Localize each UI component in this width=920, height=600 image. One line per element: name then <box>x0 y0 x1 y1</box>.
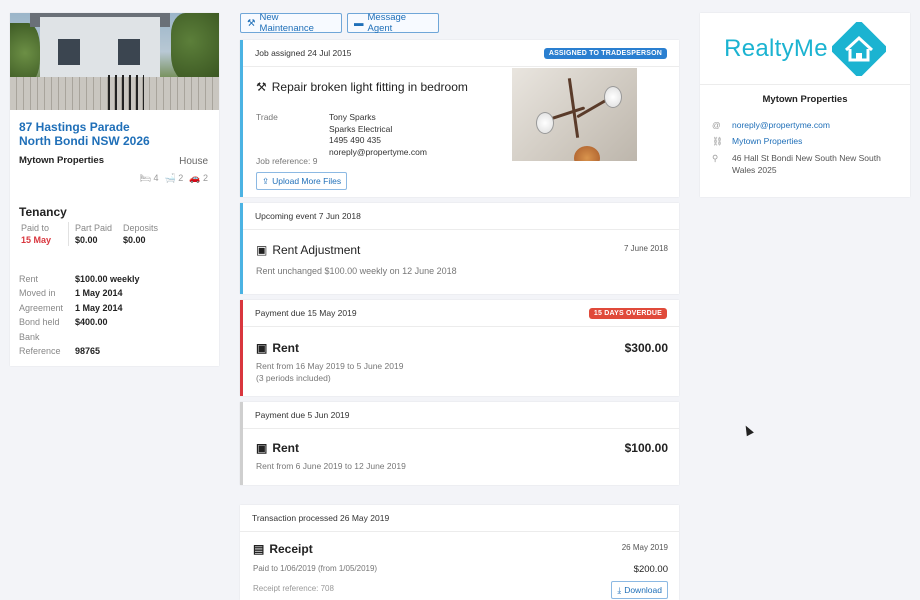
detail-row: Rent $100.00 weekly <box>19 274 140 284</box>
receipt-card-header: Transaction processed 26 May 2019 <box>252 513 390 523</box>
property-features: 🛏 4 🛁 2 🚗 2 <box>140 173 208 184</box>
agency-logo: RealtyMe <box>700 13 910 85</box>
paid-to: Paid to 15 May <box>21 223 52 245</box>
payment-description: Rent from 16 May 2019 to 5 June 2019 (3 … <box>256 361 404 383</box>
receipt-amount: $200.00 <box>633 564 668 575</box>
calendar-icon: ▣ <box>256 441 268 455</box>
property-photo[interactable] <box>10 13 219 110</box>
detail-row: Reference 98765 <box>19 346 101 357</box>
part-paid: Part Paid $0.00 <box>68 222 112 246</box>
event-card-header: Upcoming event 7 Jun 2018 <box>255 211 361 221</box>
status-badge: ASSIGNED TO TRADESPERSON <box>543 47 667 59</box>
job-reference: Job reference: 9 <box>256 156 318 166</box>
new-maintenance-button[interactable]: ⚒ New Maintenance <box>240 12 342 34</box>
overdue-payment-card[interactable]: Payment due 15 May 2019 15 DAYS OVERDUE … <box>240 300 679 396</box>
house-logo-icon <box>831 21 886 76</box>
payment-title: ▣ Rent <box>256 341 300 355</box>
due-payment-card[interactable]: Payment due 5 Jun 2019 ▣ Rent $100.00 Re… <box>240 402 679 485</box>
property-address[interactable]: 87 Hastings Parade North Bondi NSW 2026 <box>19 120 150 148</box>
detail-row: Moved in 1 May 2014 <box>19 288 123 299</box>
link-icon: ⛓ <box>712 136 723 146</box>
trade-info: Tony Sparks Sparks Electrical 1495 490 4… <box>329 112 427 157</box>
payment-card-header: Payment due 15 May 2019 <box>255 308 357 318</box>
agency-name: Mytown Properties <box>762 94 848 105</box>
tenancy-heading: Tenancy <box>19 205 67 219</box>
receipt-reference: Receipt reference: 708 <box>253 584 334 593</box>
property-card: 87 Hastings Parade North Bondi NSW 2026 … <box>10 13 219 366</box>
mouse-cursor <box>742 423 754 437</box>
job-card-header: Job assigned 24 Jul 2015 <box>255 48 352 58</box>
map-pin-icon: ⚲ <box>712 153 719 163</box>
receipt-icon: ▤ <box>253 542 265 556</box>
payment-title: ▣ Rent <box>256 441 300 455</box>
calendar-icon: ▣ <box>256 341 268 355</box>
detail-row: Bond held $400.00 <box>19 317 108 328</box>
download-icon: ⤓ <box>617 584 622 595</box>
upload-icon: ⇪ <box>262 175 270 186</box>
receipt-card[interactable]: Transaction processed 26 May 2019 ▤ Rece… <box>240 505 679 600</box>
bath-icon: 🛁 2 <box>164 173 184 183</box>
property-type: House <box>179 156 208 167</box>
job-photo[interactable] <box>512 68 637 161</box>
payment-amount: $300.00 <box>624 341 668 355</box>
payment-amount: $100.00 <box>624 441 668 455</box>
upload-files-button[interactable]: ⇪ Upload More Files <box>256 172 348 190</box>
bed-icon: 🛏 4 <box>139 173 159 183</box>
payment-card-header: Payment due 5 Jun 2019 <box>255 410 350 420</box>
payment-description: Rent from 6 June 2019 to 12 June 2019 <box>256 461 406 471</box>
at-icon: @ <box>712 120 721 130</box>
agency-address: ⚲ 46 Hall St Bondi New South New South W… <box>712 153 881 175</box>
detail-row: Agreement 1 May 2014 <box>19 302 123 313</box>
event-title: ▣ Rent Adjustment <box>256 243 361 257</box>
tools-icon: ⚒ <box>256 80 267 94</box>
event-description: Rent unchanged $100.00 weekly on 12 June… <box>256 266 457 276</box>
message-agent-button[interactable]: ▬ Message Agent <box>347 12 439 34</box>
event-date: 7 June 2018 <box>623 244 668 253</box>
tenancy-details: Rent $100.00 weekly Moved in 1 May 2014 Ag… <box>19 272 140 358</box>
download-button[interactable]: ⤓ Download <box>611 581 668 599</box>
agency-website[interactable]: ⛓ Mytown Properties <box>712 136 898 148</box>
overdue-badge: 15 DAYS OVERDUE <box>588 307 667 319</box>
receipt-title: ▤ Receipt <box>253 542 313 556</box>
tools-icon: ⚒ <box>247 17 256 29</box>
calendar-icon: ▣ <box>256 243 268 257</box>
property-agency: Mytown Properties <box>19 155 104 166</box>
receipt-description: Paid to 1/06/2019 (from 1/05/2019) <box>253 564 378 573</box>
message-icon: ▬ <box>354 17 364 29</box>
event-card[interactable]: Upcoming event 7 Jun 2018 ▣ Rent Adjustm… <box>240 203 679 294</box>
agency-email[interactable]: @ noreply@propertyme.com <box>712 120 898 132</box>
job-card[interactable]: Job assigned 24 Jul 2015 ASSIGNED TO TRA… <box>240 40 679 197</box>
trade-label: Trade <box>256 112 278 122</box>
car-icon: 🚗 2 <box>189 173 208 183</box>
job-title: ⚒ Repair broken light fitting in bedroom <box>256 80 468 94</box>
agency-card: RealtyMe Mytown Properties @ noreply@pro… <box>700 13 910 197</box>
deposits: Deposits $0.00 <box>123 223 159 245</box>
receipt-date: 26 May 2019 <box>621 543 668 552</box>
detail-row: Bank <box>19 331 40 342</box>
